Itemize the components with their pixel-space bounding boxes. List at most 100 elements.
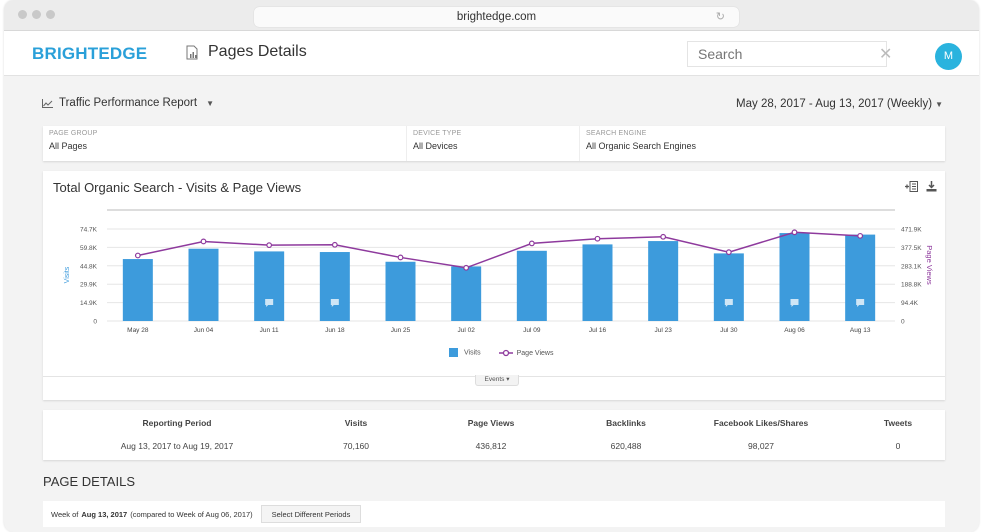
- summary-table: Reporting Period Visits Page Views Backl…: [43, 410, 945, 460]
- user-avatar[interactable]: M: [935, 43, 962, 70]
- point-page-views: [331, 241, 338, 248]
- header-visits: Visits: [344, 418, 368, 428]
- page-title: Pages Details: [186, 43, 307, 61]
- bar-visits: [451, 266, 482, 321]
- bar-visits: [319, 252, 350, 321]
- value-facebook: 98,027: [748, 441, 774, 451]
- week-current: Aug 13, 2017: [81, 509, 128, 519]
- bar-visits: [516, 250, 547, 321]
- reload-icon[interactable]: ↻: [716, 7, 725, 27]
- filter-device-type[interactable]: DEVICE TYPE All Devices: [407, 126, 580, 161]
- point-page-views: [660, 233, 667, 240]
- chart-legend: Visits Page Views: [449, 348, 553, 357]
- legend-visits-label: Visits: [464, 349, 481, 357]
- filter-value: All Organic Search Engines: [586, 141, 697, 151]
- search-box[interactable]: ✕: [687, 41, 892, 67]
- y2-tick-label: 283.1K: [901, 263, 922, 270]
- x-tick-label: Jul 02: [457, 327, 475, 334]
- value-page-views: 436,812: [475, 441, 507, 451]
- right-gutter: [952, 76, 979, 532]
- page-title-text: Pages Details: [208, 43, 307, 60]
- x-tick-label: Jun 11: [260, 327, 279, 334]
- brightedge-logo[interactable]: BRIGHTEDGE: [32, 44, 147, 64]
- filter-label: DEVICE TYPE: [413, 130, 462, 137]
- x-tick-label: Jul 16: [589, 327, 607, 334]
- line-page-views: [137, 231, 861, 269]
- minimize-window-button[interactable]: [32, 10, 41, 19]
- x-tick-label: Aug 06: [784, 327, 805, 334]
- week-compared: (compared to Week of Aug 06, 2017): [130, 509, 253, 519]
- bar-visits: [779, 233, 810, 321]
- point-page-views: [725, 249, 732, 256]
- point-page-views: [528, 240, 535, 247]
- point-page-views: [463, 264, 470, 271]
- point-page-views: [791, 229, 798, 236]
- filter-page-group[interactable]: PAGE GROUP All Pages: [43, 126, 407, 161]
- week-prefix: Week of: [51, 509, 79, 519]
- filter-value: All Pages: [49, 141, 88, 151]
- x-tick-label: Jun 18: [325, 327, 345, 334]
- bar-visits: [254, 251, 285, 321]
- legend-visits[interactable]: Visits: [449, 348, 481, 357]
- address-bar[interactable]: brightedge.com ↻: [254, 7, 739, 27]
- point-page-views: [594, 235, 601, 242]
- pages-report-icon: [186, 45, 198, 59]
- value-visits: 70,160: [343, 441, 369, 451]
- bar-visits: [385, 261, 416, 321]
- chart-card: Total Organic Search - Visits & Page Vie…: [43, 171, 945, 400]
- bar-visits: [713, 253, 744, 321]
- visits-pageviews-chart: 0 0 14.9K 94.4K 29.9K 188.8K 44.8K 283.1K 59.8K 3…: [64, 209, 934, 334]
- week-selector-bar: Week of Aug 13, 2017 (compared to Week o…: [43, 501, 945, 527]
- point-page-views: [266, 242, 273, 249]
- header-tweets: Tweets: [883, 418, 913, 428]
- report-name: Traffic Performance Report: [59, 97, 198, 109]
- url-text: brightedge.com: [456, 11, 537, 23]
- legend-page-views-label: Page Views: [516, 349, 554, 357]
- y-axis-label: Visits: [64, 266, 71, 283]
- bar-visits: [845, 234, 876, 321]
- filter-label: SEARCH ENGINE: [586, 130, 647, 137]
- y-tick-label: 59.8K: [80, 245, 98, 252]
- y2-tick-label: 0: [901, 319, 905, 326]
- bar-visits: [122, 259, 153, 321]
- header-reporting-period: Reporting Period: [142, 418, 212, 428]
- header-backlinks: Backlinks: [606, 418, 646, 428]
- x-tick-label: Aug 13: [850, 327, 871, 334]
- caret-down-icon: ▼: [206, 98, 214, 108]
- app-header: BRIGHTEDGE Pages Details ✕ M: [4, 31, 979, 76]
- search-input[interactable]: [698, 46, 879, 62]
- date-range-selector[interactable]: May 28, 2017 - Aug 13, 2017 (Weekly) ▼: [736, 98, 943, 110]
- bar-visits: [188, 248, 219, 321]
- y-tick-label: 74.7K: [80, 227, 98, 234]
- select-different-periods-button[interactable]: Select Different Periods: [260, 505, 362, 523]
- x-tick-label: May 28: [127, 327, 149, 334]
- report-selector[interactable]: Traffic Performance Report ▼: [42, 97, 214, 109]
- y-tick-label: 44.8K: [80, 263, 98, 270]
- legend-visits-swatch: [449, 348, 458, 357]
- point-page-views: [857, 232, 864, 239]
- filter-value: All Devices: [413, 141, 458, 151]
- events-label: Events: [484, 376, 505, 383]
- point-page-views: [397, 254, 404, 261]
- x-tick-label: Jul 30: [720, 327, 738, 334]
- value-tweets: 0: [895, 441, 901, 451]
- header-facebook: Facebook Likes/Shares: [713, 418, 809, 428]
- maximize-window-button[interactable]: [46, 10, 55, 19]
- legend-page-views[interactable]: Page Views: [498, 349, 554, 357]
- x-tick-label: Jun 25: [391, 327, 411, 334]
- close-window-button[interactable]: [18, 10, 27, 19]
- caret-down-icon: ▼: [935, 100, 943, 109]
- events-toggle[interactable]: Events ▾: [475, 375, 519, 386]
- value-reporting-period: Aug 13, 2017 to Aug 19, 2017: [120, 441, 234, 451]
- y2-axis-label: Page Views: [925, 245, 934, 285]
- filter-label: PAGE GROUP: [49, 130, 98, 137]
- header-page-views: Page Views: [467, 418, 515, 428]
- date-range-text: May 28, 2017 - Aug 13, 2017 (Weekly): [736, 98, 933, 110]
- bar-visits: [582, 244, 613, 321]
- clear-search-icon[interactable]: ✕: [879, 44, 892, 64]
- y2-tick-label: 471.9K: [901, 227, 922, 234]
- filter-search-engine[interactable]: SEARCH ENGINE All Organic Search Engines: [580, 126, 945, 161]
- point-page-views: [200, 238, 207, 245]
- legend-page-views-marker: [498, 349, 513, 356]
- point-page-views: [134, 252, 141, 259]
